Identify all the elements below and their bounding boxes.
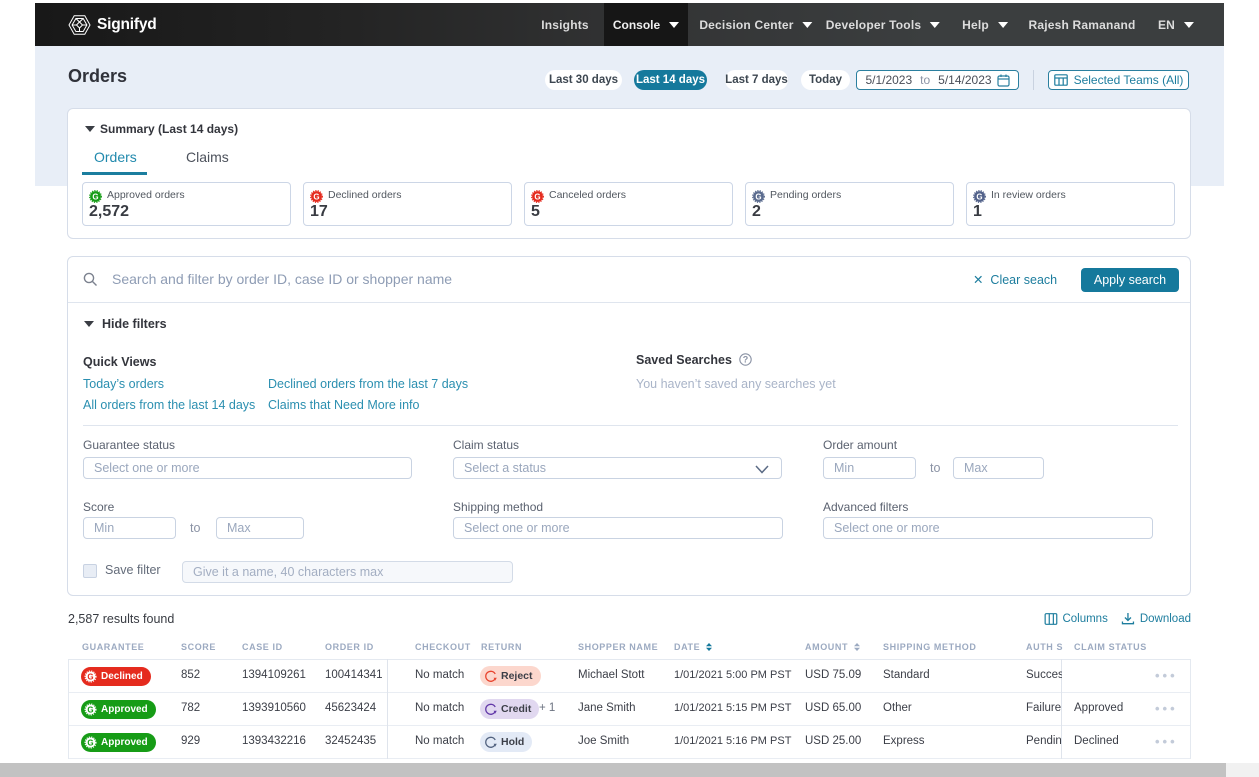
svg-text:G: G [976,192,982,201]
svg-text:G: G [313,192,319,201]
svg-text:G: G [87,672,93,681]
svg-text:G: G [92,192,98,201]
svg-text:G: G [87,705,93,714]
svg-text:G: G [87,738,93,747]
svg-text:?: ? [743,355,749,365]
svg-text:G: G [534,192,540,201]
svg-text:G: G [755,192,761,201]
